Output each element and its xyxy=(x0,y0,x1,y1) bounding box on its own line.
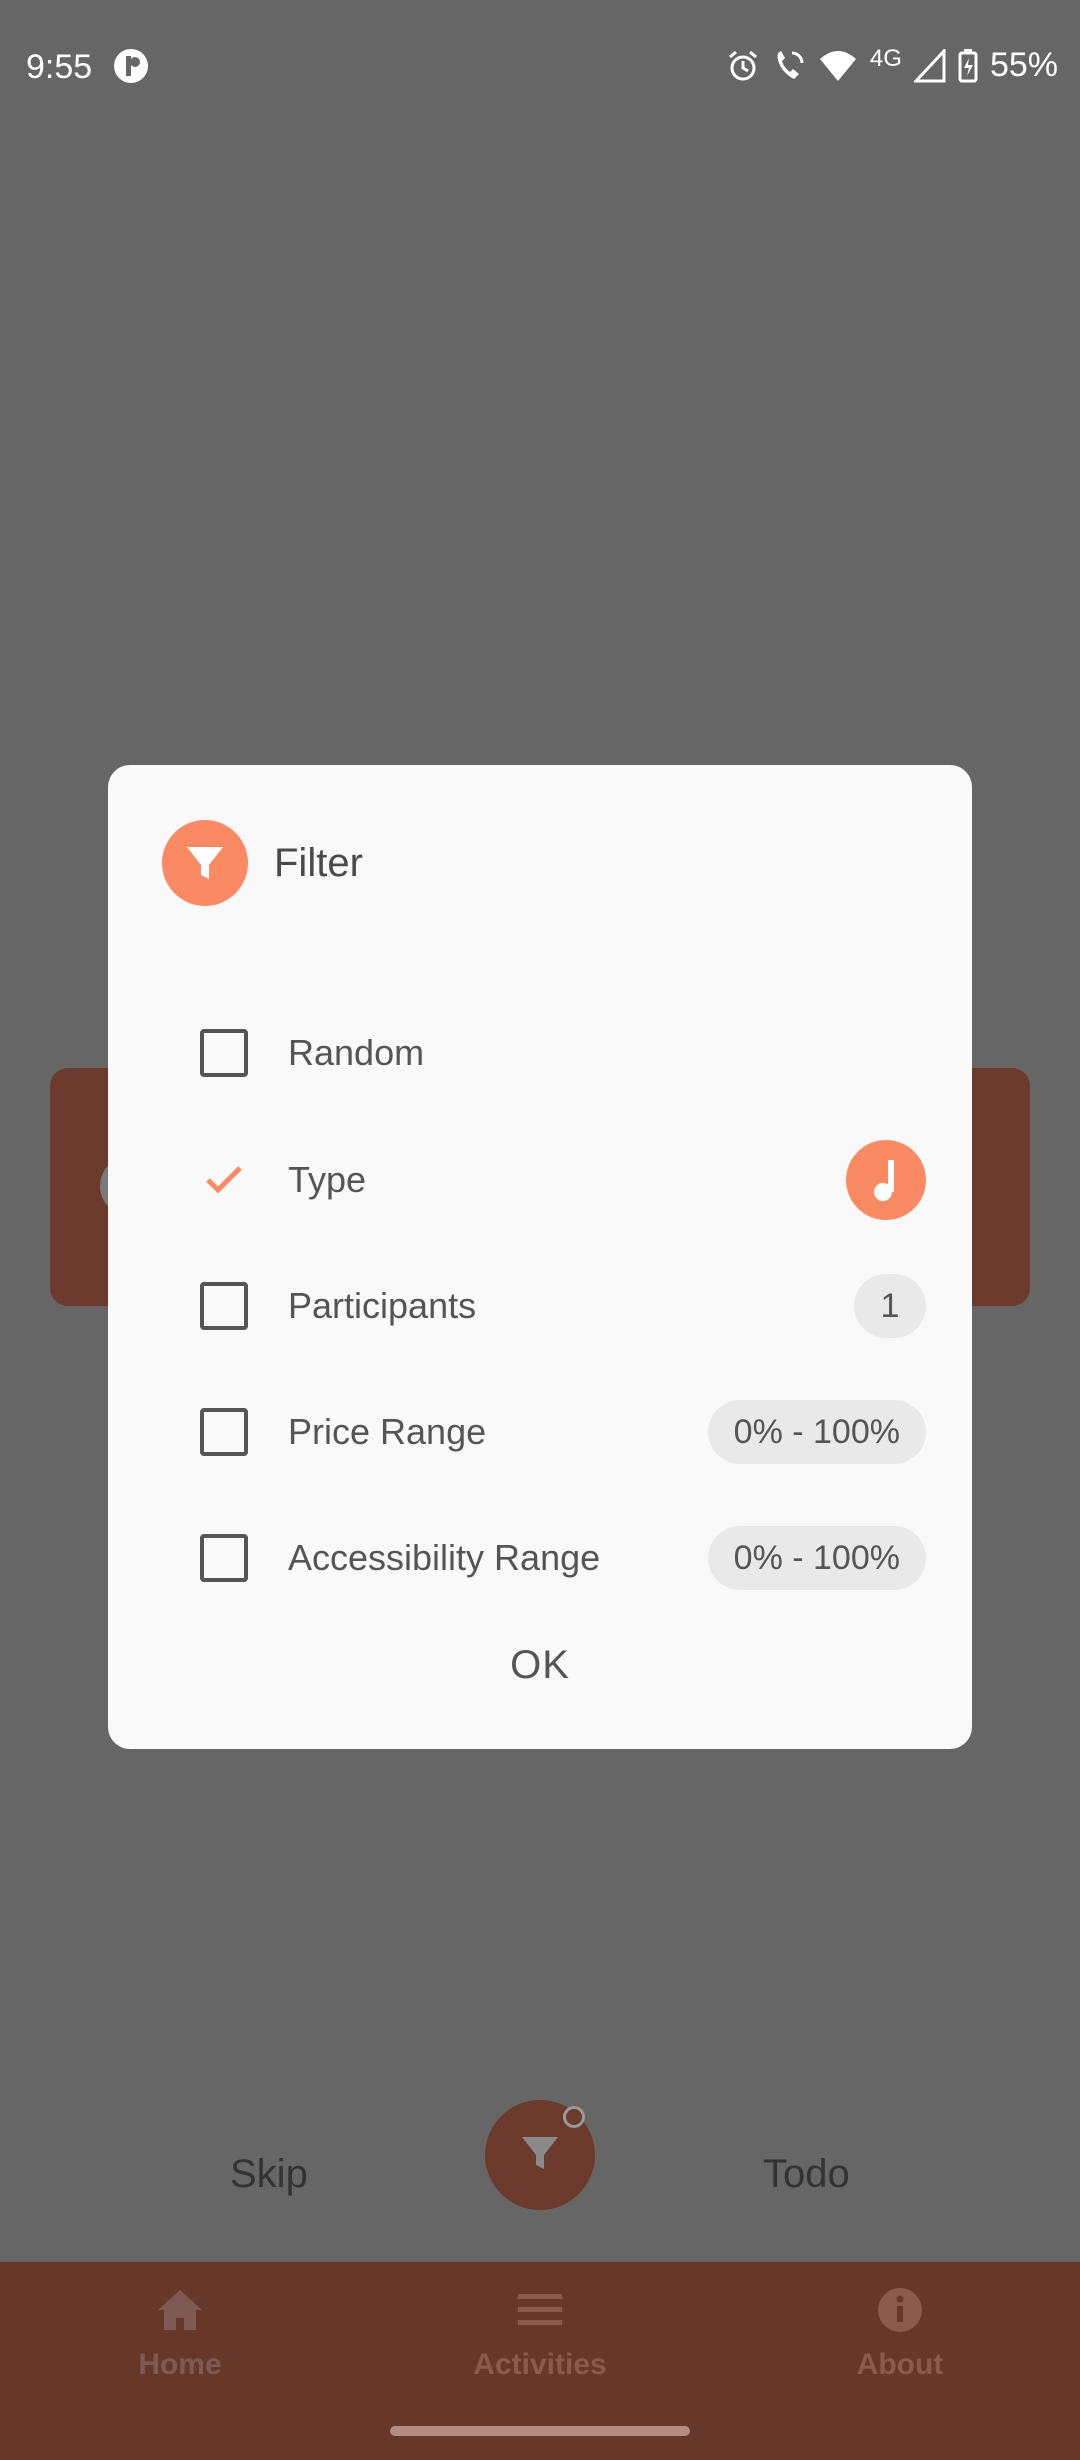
participants-value-chip[interactable]: 1 xyxy=(854,1274,926,1338)
status-time: 9:55 xyxy=(26,48,93,86)
bottom-actions: Skip Todo xyxy=(0,2100,1080,2220)
type-checkmark-icon[interactable] xyxy=(200,1156,248,1204)
dialog-header: Filter xyxy=(162,820,363,906)
option-label: Random xyxy=(288,1032,425,1073)
price-range-value-chip[interactable]: 0% - 100% xyxy=(707,1400,926,1464)
wifi-icon xyxy=(818,49,858,83)
option-label: Type xyxy=(288,1159,367,1200)
app-notification-icon xyxy=(113,48,149,84)
option-accessibility-range[interactable]: Accessibility Range 0% - 100% xyxy=(200,1518,926,1598)
list-icon xyxy=(514,2286,566,2342)
status-bar: 9:55 4G 55% xyxy=(0,0,1080,130)
nav-label: Activities xyxy=(473,2348,607,2381)
option-type[interactable]: Type xyxy=(200,1140,926,1220)
accessibility-range-checkbox[interactable] xyxy=(200,1534,248,1582)
network-type: 4G xyxy=(869,44,902,72)
battery-level: 55% xyxy=(989,46,1058,84)
filter-dialog: Filter Random Type Participants 1 Price … xyxy=(108,765,972,1749)
home-indicator[interactable] xyxy=(390,2426,690,2436)
nav-item-about[interactable]: About xyxy=(800,2286,1000,2382)
nav-label: Home xyxy=(138,2348,222,2381)
wifi-call-icon xyxy=(772,49,806,83)
random-checkbox[interactable] xyxy=(200,1029,248,1077)
nav-label: About xyxy=(856,2348,944,2381)
filter-active-indicator xyxy=(563,2106,585,2128)
dialog-title: Filter xyxy=(274,840,363,885)
skip-button[interactable]: Skip xyxy=(230,2152,308,2197)
option-random[interactable]: Random xyxy=(200,1013,926,1093)
nav-item-activities[interactable]: Activities xyxy=(440,2286,640,2382)
filter-icon xyxy=(162,820,248,906)
info-icon xyxy=(874,2286,926,2342)
ok-button[interactable]: OK xyxy=(468,1625,612,1705)
todo-button[interactable]: Todo xyxy=(763,2152,850,2197)
signal-icon xyxy=(913,48,946,83)
status-icons: 4G 55% xyxy=(726,44,1058,85)
participants-checkbox[interactable] xyxy=(200,1282,248,1330)
option-participants[interactable]: Participants 1 xyxy=(200,1266,926,1346)
battery-icon xyxy=(958,48,978,83)
option-label: Price Range xyxy=(288,1411,487,1452)
music-note-icon[interactable] xyxy=(846,1140,926,1220)
filter-icon xyxy=(518,2131,562,2180)
nav-item-home[interactable]: Home xyxy=(80,2286,280,2382)
alarm-icon xyxy=(726,49,760,83)
accessibility-range-value-chip[interactable]: 0% - 100% xyxy=(707,1526,926,1590)
option-label: Accessibility Range xyxy=(288,1537,601,1578)
home-icon xyxy=(154,2286,206,2342)
price-range-checkbox[interactable] xyxy=(200,1408,248,1456)
option-label: Participants xyxy=(288,1285,477,1326)
option-price-range[interactable]: Price Range 0% - 100% xyxy=(200,1392,926,1472)
